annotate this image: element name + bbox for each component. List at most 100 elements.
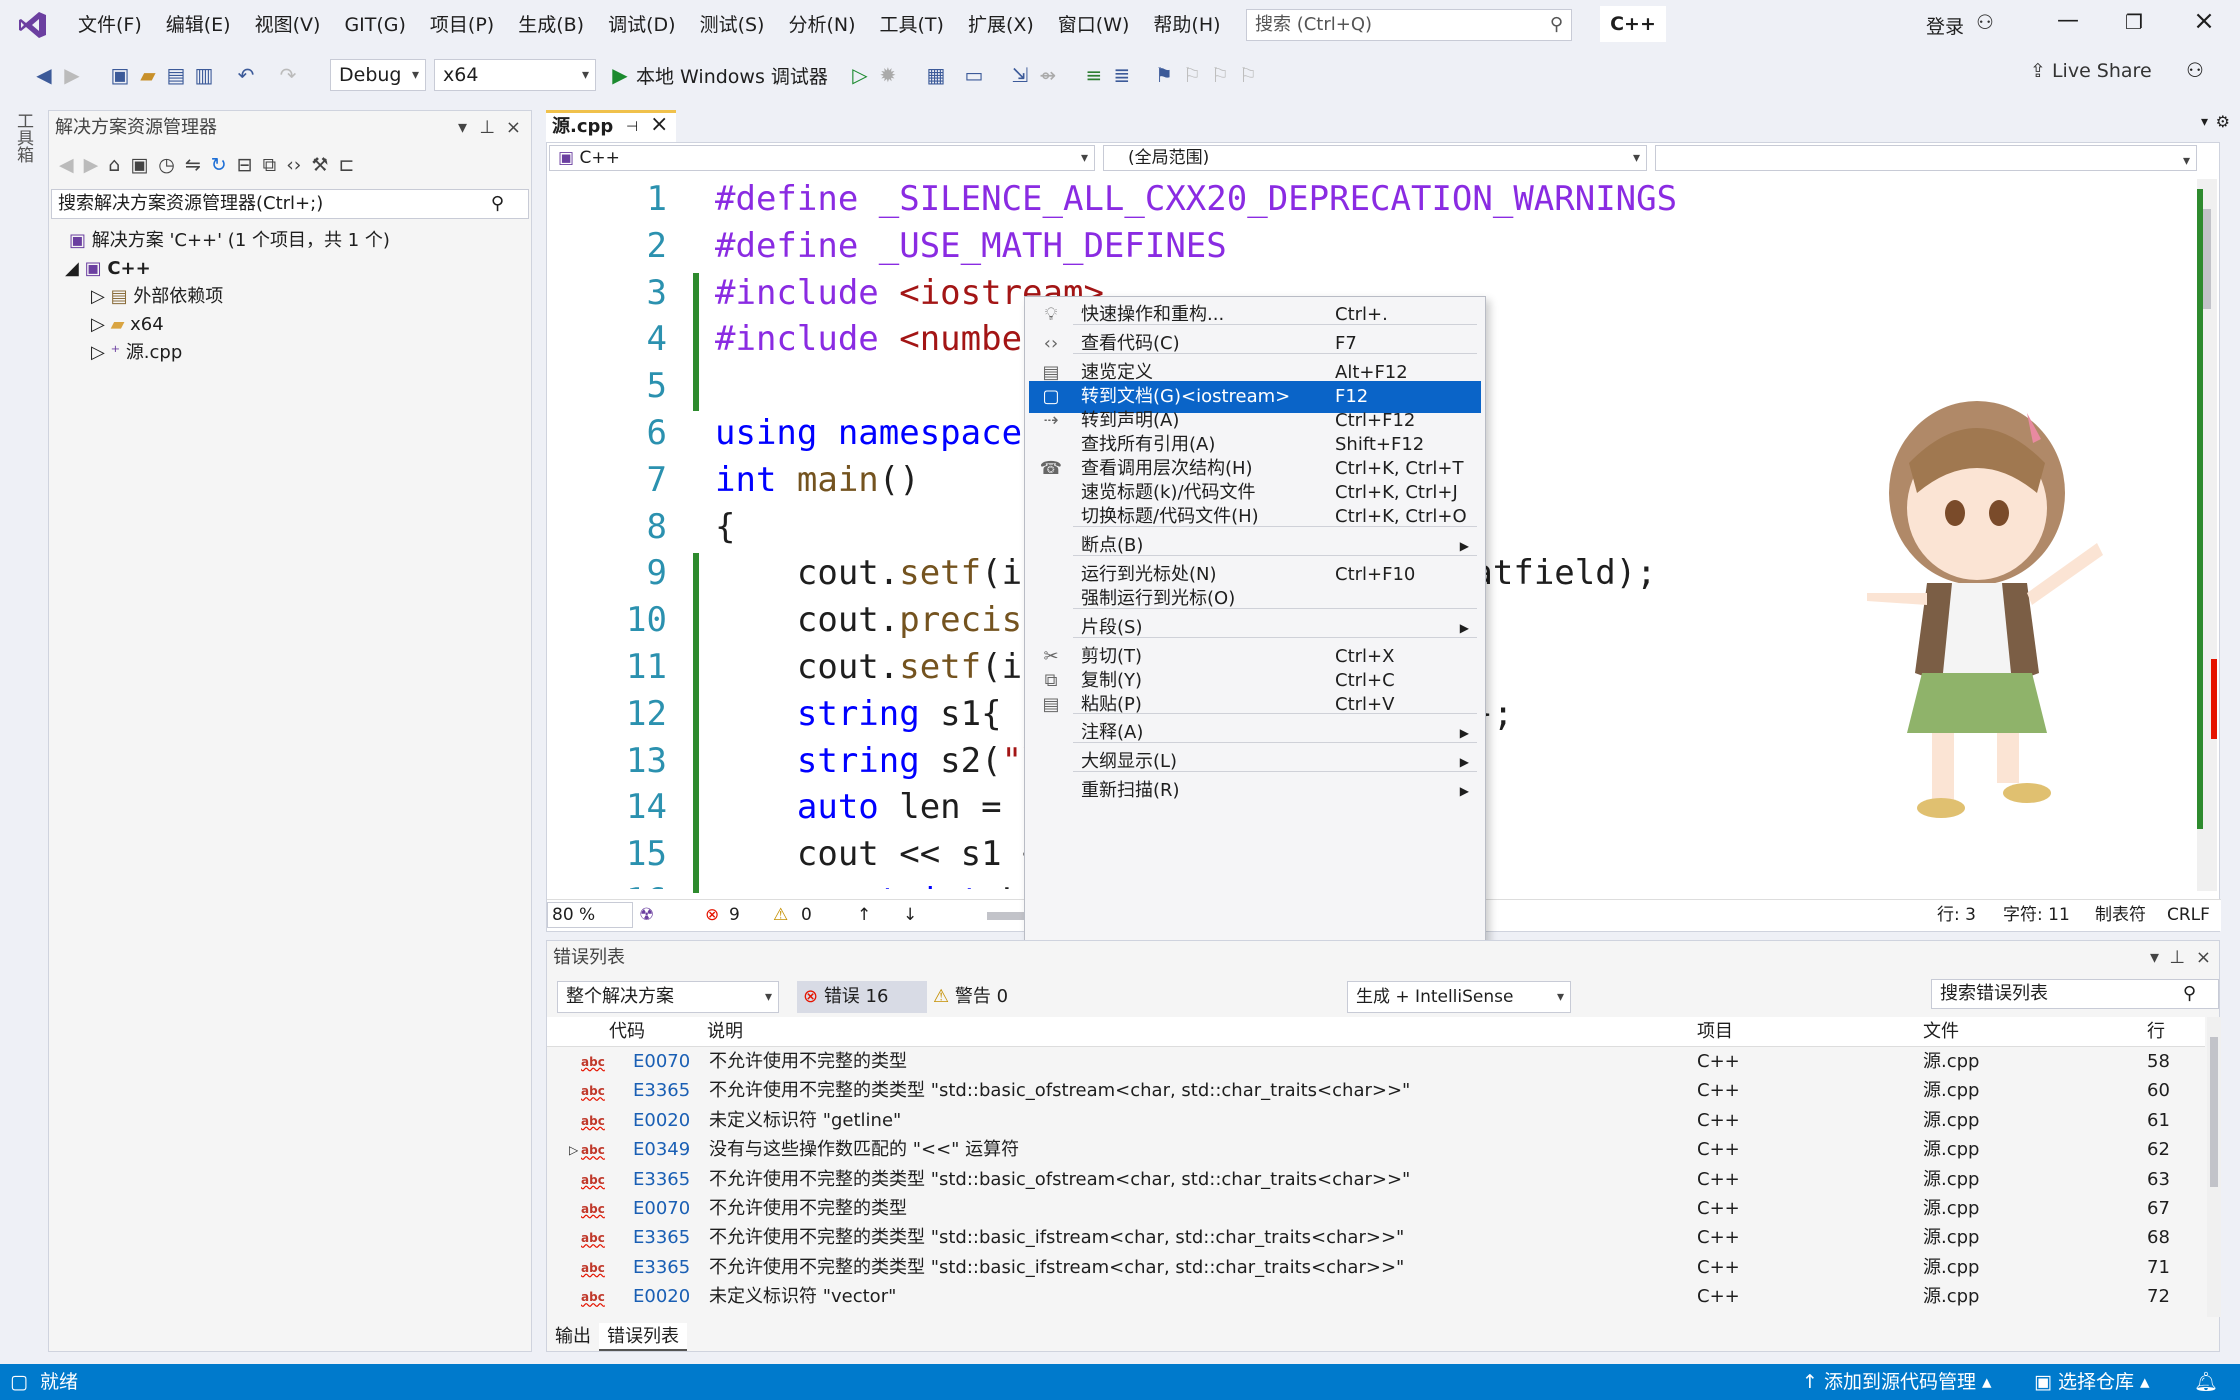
- back-icon[interactable]: ◀: [59, 154, 74, 176]
- tab-source-cpp[interactable]: 源.cpp ⊣ ×: [546, 110, 676, 142]
- solution-search-input[interactable]: 搜索解决方案资源管理器(Ctrl+;) ⚲: [51, 189, 529, 219]
- scroll-thumb[interactable]: [2210, 1037, 2218, 1187]
- debugger-target[interactable]: 本地 Windows 调试器: [636, 62, 828, 89]
- tab-list-icon[interactable]: ▾: [2201, 114, 2208, 130]
- open-folder-icon[interactable]: ▰: [134, 59, 162, 91]
- refresh-icon[interactable]: ↻: [211, 154, 227, 176]
- column-header-code[interactable]: 代码: [609, 1017, 645, 1047]
- error-code[interactable]: E0070: [633, 1194, 690, 1224]
- add-source-control-button[interactable]: ↑ 添加到源代码管理 ▴: [1802, 1364, 1992, 1400]
- error-code[interactable]: E0070: [633, 1047, 690, 1077]
- panel-dropdown-icon[interactable]: ▾: [458, 111, 467, 145]
- error-row[interactable]: abc E0020 未定义标识符 "vector" C++ 源.cpp 72: [547, 1282, 2207, 1312]
- code-line[interactable]: const int L: [715, 881, 1022, 889]
- collapsed-arrow-icon[interactable]: ▷: [91, 342, 111, 363]
- tab-output[interactable]: 输出: [547, 1323, 599, 1351]
- code-line[interactable]: auto len = s: [715, 787, 1043, 834]
- health-icon[interactable]: ☢: [639, 900, 654, 930]
- error-scrollbar[interactable]: [2207, 1017, 2221, 1317]
- code-line[interactable]: int main(): [715, 460, 920, 507]
- context-menu-item[interactable]: 强制运行到光标(O): [1029, 583, 1481, 615]
- error-row[interactable]: abc E0070 不允许使用不完整的类型 C++ 源.cpp 58: [547, 1047, 2207, 1077]
- minimize-button[interactable]: —: [2054, 8, 2082, 33]
- error-code[interactable]: E0020: [633, 1106, 690, 1136]
- tree-item-x64[interactable]: ▷ ▰ x64: [91, 311, 164, 339]
- save-all-icon[interactable]: ▥: [190, 59, 218, 91]
- error-search-input[interactable]: 搜索错误列表 ⚲: [1931, 979, 2219, 1009]
- tab-mode[interactable]: 制表符: [2095, 900, 2146, 930]
- error-row[interactable]: abc E3365 不允许使用不完整的类类型 "std::basic_ifstrea…: [547, 1223, 2207, 1253]
- close-window-button[interactable]: ×: [2190, 6, 2218, 36]
- menu-7[interactable]: 测试(S): [688, 0, 777, 50]
- error-icon[interactable]: ⊗: [705, 900, 719, 930]
- error-row[interactable]: abc E3365 不允许使用不完整的类类型 "std::basic_ofstrea…: [547, 1076, 2207, 1106]
- account-icon[interactable]: ⚇: [1976, 10, 1994, 34]
- warning-icon[interactable]: ⚠: [773, 900, 788, 930]
- prev-bookmark-icon[interactable]: ⚐: [1178, 59, 1206, 91]
- tree-item-external-deps[interactable]: ▷ ▤ 外部依赖项: [91, 283, 223, 311]
- context-menu-item[interactable]: 重新扫描(R) ▶: [1029, 775, 1481, 807]
- tree-item-source-file[interactable]: ▷ ⁺ 源.cpp: [91, 339, 182, 367]
- error-code[interactable]: E3365: [633, 1223, 690, 1253]
- preview-icon[interactable]: ⊏: [338, 154, 354, 176]
- build-filter-select[interactable]: 生成 + IntelliSense: [1347, 981, 1571, 1013]
- menu-12[interactable]: 帮助(H): [1141, 0, 1232, 50]
- error-row[interactable]: abc E0070 不允许使用不完整的类型 C++ 源.cpp 67: [547, 1194, 2207, 1224]
- code-line[interactable]: {: [715, 507, 735, 554]
- forward-icon[interactable]: ▶: [84, 154, 99, 176]
- code-line[interactable]: using namespace: [715, 413, 1022, 460]
- expand-row-icon[interactable]: ▷: [569, 1135, 578, 1165]
- member-select[interactable]: [1655, 145, 2197, 176]
- new-project-icon[interactable]: ▣: [106, 59, 134, 91]
- code-line[interactable]: #define _SILENCE_ALL_CXX20_DEPRECATION_W…: [715, 179, 1677, 226]
- expanded-arrow-icon[interactable]: ◢: [65, 258, 85, 279]
- error-row[interactable]: abc E0020 未定义标识符 "getline" C++ 源.cpp 61: [547, 1106, 2207, 1136]
- context-menu-item[interactable]: 注释(A) ▶: [1029, 717, 1481, 749]
- code-line[interactable]: #include <number: [715, 319, 1043, 366]
- panel-dropdown-icon[interactable]: ▾: [2150, 941, 2159, 975]
- pin-icon[interactable]: ⊥: [479, 111, 495, 145]
- collapsed-arrow-icon[interactable]: ▷: [91, 286, 111, 307]
- menu-2[interactable]: 视图(V): [243, 0, 333, 50]
- menu-3[interactable]: GIT(G): [332, 0, 417, 50]
- select-repository-button[interactable]: ▣ 选择仓库 ▴: [2034, 1364, 2150, 1400]
- undo-icon[interactable]: ↶: [232, 59, 260, 91]
- switch-views-icon[interactable]: ▣: [130, 154, 148, 176]
- context-menu-item[interactable]: 片段(S) ▶: [1029, 612, 1481, 644]
- clear-bookmark-icon[interactable]: ⚐: [1234, 59, 1262, 91]
- settings-icon[interactable]: ⚙: [2216, 112, 2230, 131]
- redo-icon[interactable]: ↷: [274, 59, 302, 91]
- save-icon[interactable]: ▤: [162, 59, 190, 91]
- error-row[interactable]: abc E3365 不允许使用不完整的类类型 "std::basic_ifstrea…: [547, 1253, 2207, 1283]
- column-header-line[interactable]: 行: [2147, 1017, 2165, 1047]
- menu-5[interactable]: 生成(B): [506, 0, 596, 50]
- context-menu-item[interactable]: 断点(B) ▶: [1029, 530, 1481, 562]
- hot-reload-icon[interactable]: ✹: [874, 59, 902, 91]
- menu-11[interactable]: 窗口(W): [1046, 0, 1142, 50]
- column-header-description[interactable]: 说明: [707, 1017, 743, 1047]
- start-without-debug-icon[interactable]: ▷: [846, 59, 874, 91]
- column-header-project[interactable]: 项目: [1697, 1017, 1733, 1047]
- home-icon[interactable]: ⌂: [108, 154, 120, 176]
- notifications-icon[interactable]: 🔔︎: [2194, 1364, 2218, 1400]
- code-line[interactable]: string s2("\: [715, 741, 1043, 788]
- line-ending[interactable]: CRLF: [2167, 900, 2210, 930]
- bookmark-icon[interactable]: ⚑: [1150, 59, 1178, 91]
- close-panel-icon[interactable]: ×: [2196, 941, 2211, 975]
- collapse-all-icon[interactable]: ⊟: [237, 154, 253, 176]
- next-issue-icon[interactable]: ↓: [903, 900, 917, 930]
- column-header-file[interactable]: 文件: [1923, 1017, 1959, 1047]
- code-line[interactable]: cout.precisi: [715, 600, 1043, 647]
- context-menu-item[interactable]: 切换标题/代码文件(H) Ctrl+K, Ctrl+O: [1029, 501, 1481, 533]
- menu-10[interactable]: 扩展(X): [956, 0, 1046, 50]
- login-link[interactable]: 登录: [1926, 12, 1964, 39]
- error-code[interactable]: E0349: [633, 1135, 690, 1165]
- warnings-filter-button[interactable]: ⚠ 警告 0: [933, 981, 1008, 1013]
- error-code[interactable]: E3365: [633, 1076, 690, 1106]
- solution-config-icon[interactable]: ▦: [922, 59, 950, 91]
- view-code-icon[interactable]: ‹›: [286, 154, 301, 176]
- forward-icon[interactable]: ▶: [58, 59, 86, 91]
- pin-tab-icon[interactable]: ⊣: [626, 113, 638, 141]
- collapsed-arrow-icon[interactable]: ▷: [91, 314, 111, 335]
- menu-8[interactable]: 分析(N): [776, 0, 867, 50]
